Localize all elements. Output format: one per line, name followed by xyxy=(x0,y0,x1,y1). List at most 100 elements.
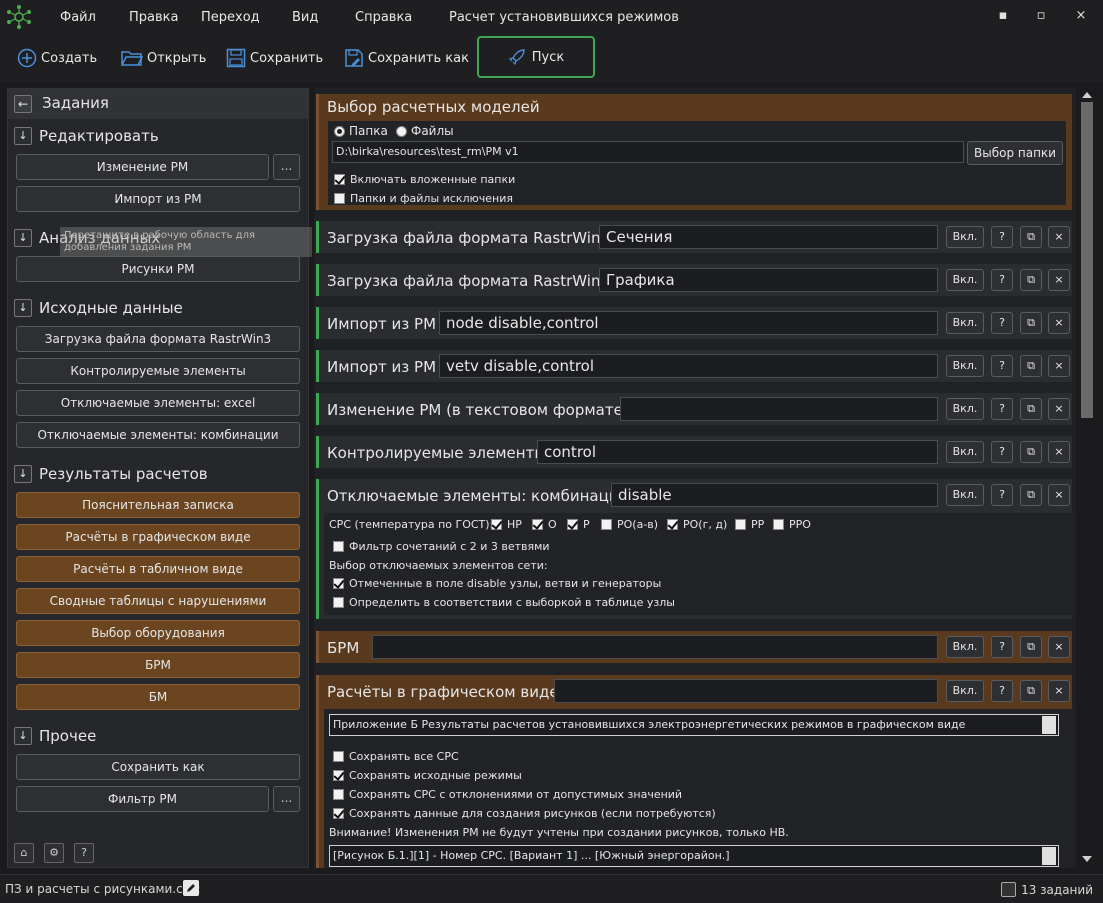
minimize-button[interactable]: ▪ xyxy=(995,8,1011,24)
enable-button[interactable]: Вкл. xyxy=(946,312,984,334)
radio-indicator[interactable] xyxy=(396,125,407,137)
spin-arrows-icon[interactable] xyxy=(1042,847,1056,865)
collapse-arrow-icon[interactable]: ↓ xyxy=(14,727,32,745)
close-window-button[interactable]: × xyxy=(1073,8,1089,24)
task-save-as[interactable]: Сохранить как xyxy=(16,754,300,780)
panel-value-input[interactable]: vetv disable,control xyxy=(439,354,938,378)
panel-value-input[interactable] xyxy=(620,397,938,421)
task-equipment-select[interactable]: Выбор оборудования xyxy=(16,620,300,646)
task-load-rastrwin[interactable]: Загрузка файла формата RastrWin3 xyxy=(16,326,300,352)
save-deviation-checkbox[interactable]: Сохранять СРС с отклонениями от допустим… xyxy=(333,788,682,801)
src-nr-checkbox[interactable]: НР xyxy=(491,518,522,531)
copy-icon[interactable]: ⧉ xyxy=(1020,269,1042,291)
checkbox-indicator[interactable] xyxy=(601,519,612,530)
task-rm-change[interactable]: Изменение РМ xyxy=(16,154,269,180)
scroll-up-icon[interactable] xyxy=(1082,92,1092,98)
copy-icon[interactable]: ⧉ xyxy=(1020,398,1042,420)
help-button[interactable]: ? xyxy=(991,355,1013,377)
collapse-arrow-icon[interactable]: ↓ xyxy=(14,127,32,145)
close-icon[interactable]: × xyxy=(1048,636,1070,658)
enable-button[interactable]: Вкл. xyxy=(946,484,984,506)
checkbox-indicator[interactable] xyxy=(532,519,543,530)
section-source[interactable]: ↓ Исходные данные xyxy=(14,297,183,319)
enable-button[interactable]: Вкл. xyxy=(946,269,984,291)
section-results[interactable]: ↓ Результаты расчетов xyxy=(14,463,208,485)
checkbox-indicator[interactable] xyxy=(735,519,746,530)
close-icon[interactable]: × xyxy=(1048,441,1070,463)
task-rm-import[interactable]: Импорт из РМ xyxy=(16,186,300,212)
enable-button[interactable]: Вкл. xyxy=(946,441,984,463)
help-button[interactable]: ? xyxy=(991,680,1013,702)
save-all-checkbox[interactable]: Сохранять все СРС xyxy=(333,750,459,763)
panel-value-input[interactable] xyxy=(554,679,938,703)
src-rr-checkbox[interactable]: РР xyxy=(735,518,764,531)
checkbox-indicator[interactable] xyxy=(334,193,345,204)
task-rm-filter[interactable]: Фильтр РМ xyxy=(16,786,269,812)
checkbox-indicator[interactable] xyxy=(333,770,344,781)
checkbox-indicator[interactable] xyxy=(333,751,344,762)
help-button[interactable]: ? xyxy=(991,398,1013,420)
scroll-down-icon[interactable] xyxy=(1082,856,1092,862)
menu-help[interactable]: Справка xyxy=(355,10,412,25)
src-ro-av-checkbox[interactable]: РО(а-в) xyxy=(601,518,658,531)
choose-folder-button[interactable]: Выбор папки xyxy=(967,141,1063,165)
radio-files[interactable]: Файлы xyxy=(396,124,454,138)
collapse-arrow-icon[interactable]: ↓ xyxy=(14,299,32,317)
include-nested-checkbox[interactable]: Включать вложенные папки xyxy=(334,173,515,186)
collapse-arrow-icon[interactable]: ↓ xyxy=(14,465,32,483)
section-other[interactable]: ↓ Прочее xyxy=(14,725,96,747)
scroll-thumb[interactable] xyxy=(1081,102,1093,418)
menu-file[interactable]: Файл xyxy=(60,10,96,25)
collapse-arrow-icon[interactable]: ↓ xyxy=(14,229,32,247)
copy-icon[interactable]: ⧉ xyxy=(1020,636,1042,658)
close-icon[interactable]: × xyxy=(1048,269,1070,291)
checkbox-indicator[interactable] xyxy=(667,519,678,530)
checkbox-indicator[interactable] xyxy=(333,597,344,608)
enable-button[interactable]: Вкл. xyxy=(946,398,984,420)
task-violation-summary[interactable]: Сводные таблицы с нарушениями xyxy=(16,588,300,614)
task-graphic-results[interactable]: Расчёты в графическом виде xyxy=(16,524,300,550)
checkbox-indicator[interactable] xyxy=(333,541,344,552)
panel-value-input[interactable]: node disable,control xyxy=(439,311,938,335)
task-brm[interactable]: БРМ xyxy=(16,652,300,678)
close-icon[interactable]: × xyxy=(1048,355,1070,377)
close-icon[interactable]: × xyxy=(1048,484,1070,506)
panel-value-input[interactable]: control xyxy=(537,440,938,464)
task-rm-pictures[interactable]: Рисунки РМ xyxy=(16,256,300,282)
enable-button[interactable]: Вкл. xyxy=(946,226,984,248)
menu-view[interactable]: Вид xyxy=(292,10,318,25)
open-button[interactable]: Открыть xyxy=(121,46,206,70)
caption-input[interactable]: Приложение Б Результаты расчетов установ… xyxy=(329,714,1059,736)
rm-filter-more-button[interactable]: ... xyxy=(273,786,300,812)
enable-button[interactable]: Вкл. xyxy=(946,680,984,702)
home-icon[interactable]: ⌂ xyxy=(14,843,34,863)
enable-button[interactable]: Вкл. xyxy=(946,636,984,658)
help-button[interactable]: ? xyxy=(991,269,1013,291)
help-button[interactable]: ? xyxy=(991,441,1013,463)
rm-change-more-button[interactable]: ... xyxy=(273,154,300,180)
save-data-checkbox[interactable]: Сохранять данные для создания рисунков (… xyxy=(333,807,716,820)
task-disabled-combinations[interactable]: Отключаемые элементы: комбинации xyxy=(16,422,300,448)
menu-edit[interactable]: Правка xyxy=(129,10,178,25)
panel-value-input[interactable] xyxy=(372,635,938,659)
edit-pencil-icon[interactable] xyxy=(183,880,199,896)
help-button[interactable]: ? xyxy=(991,226,1013,248)
opt-table-checkbox[interactable]: Определить в соответствии с выборкой в т… xyxy=(333,596,675,609)
save-button[interactable]: Сохранить xyxy=(226,46,323,70)
checkbox-indicator[interactable] xyxy=(773,519,784,530)
src-o-checkbox[interactable]: О xyxy=(532,518,557,531)
panel-value-input[interactable]: Сечения xyxy=(599,225,938,249)
copy-icon[interactable]: ⧉ xyxy=(1020,312,1042,334)
save-as-button[interactable]: Сохранить как xyxy=(344,46,469,70)
checkbox-indicator[interactable] xyxy=(333,789,344,800)
help-button[interactable]: ? xyxy=(991,636,1013,658)
checkbox-indicator[interactable] xyxy=(333,808,344,819)
copy-icon[interactable]: ⧉ xyxy=(1020,226,1042,248)
enable-button[interactable]: Вкл. xyxy=(946,355,984,377)
exclusions-checkbox[interactable]: Папки и файлы исключения xyxy=(334,192,513,205)
radio-indicator[interactable] xyxy=(334,125,345,137)
task-explanatory-note[interactable]: Пояснительная записка xyxy=(16,492,300,518)
menu-navigate[interactable]: Переход xyxy=(201,10,260,25)
copy-icon[interactable]: ⧉ xyxy=(1020,680,1042,702)
figure-template-input[interactable]: [Рисунок Б.1.][1] - Номер СРС. [Вариант … xyxy=(329,845,1059,867)
